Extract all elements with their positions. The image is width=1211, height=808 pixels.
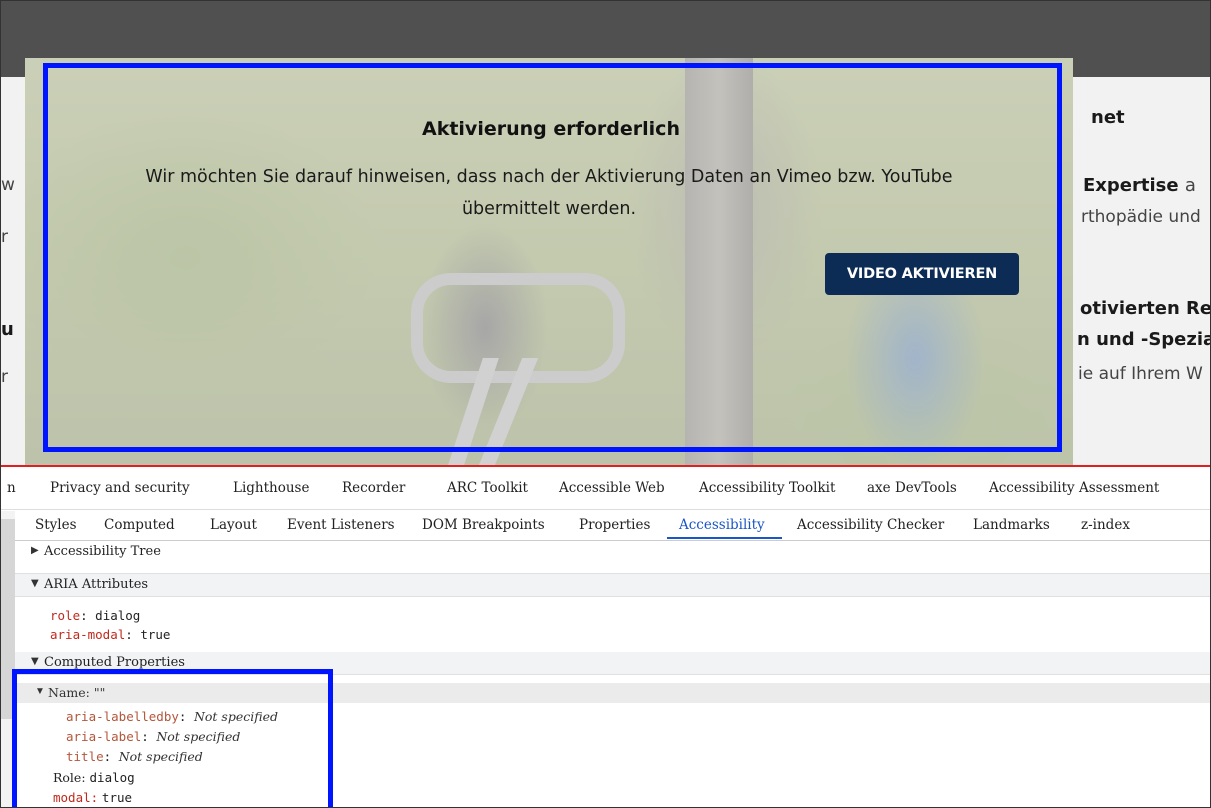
computed-properties-highlight-outline xyxy=(12,669,333,807)
orthopaedie-text: rthopädie und xyxy=(1081,207,1201,227)
tab-event-listeners[interactable]: Event Listeners xyxy=(287,517,395,533)
tab-styles[interactable]: Styles xyxy=(35,517,77,533)
devtools-main-tabs: n Privacy and security Lighthouse Record… xyxy=(1,467,1210,510)
spezial-text: n und -Spezia xyxy=(1077,329,1211,350)
attribute-name: aria-modal xyxy=(50,627,126,642)
attribute-value[interactable]: dialog xyxy=(95,608,140,623)
aria-attribute-row: role: dialog xyxy=(50,608,141,623)
devtools-panel: n Privacy and security Lighthouse Record… xyxy=(1,467,1210,807)
section-label: Accessibility Tree xyxy=(44,544,161,559)
tab-hidden-prev[interactable]: n xyxy=(7,480,16,496)
ihrem-text: ie auf Ihrem W xyxy=(1078,364,1203,384)
left-text-fragment: u xyxy=(1,319,14,340)
left-text-fragment: r xyxy=(1,367,8,387)
tab-dom-breakpoints[interactable]: DOM Breakpoints xyxy=(422,517,545,533)
collapse-triangle-icon: ▼ xyxy=(31,656,39,667)
dialog-highlight-outline xyxy=(43,63,1062,452)
tab-accessible-web[interactable]: Accessible Web xyxy=(559,480,665,496)
expand-triangle-icon: ▶ xyxy=(31,545,39,556)
tab-privacy-security[interactable]: Privacy and security xyxy=(50,480,190,496)
motivierten-text: otivierten Re xyxy=(1080,298,1211,319)
tab-arc-toolkit[interactable]: ARC Toolkit xyxy=(447,480,528,496)
tab-accessibility[interactable]: Accessibility xyxy=(679,517,765,533)
attribute-value[interactable]: true xyxy=(140,627,170,642)
left-text-fragment: w xyxy=(1,175,15,195)
expertise-text: Expertise a xyxy=(1083,175,1196,196)
tab-recorder[interactable]: Recorder xyxy=(342,480,405,496)
section-label: Computed Properties xyxy=(44,655,185,670)
aria-attribute-row: aria-modal: true xyxy=(50,627,171,642)
devtools-element-subtabs: Styles Computed Layout Event Listeners D… xyxy=(1,510,1210,541)
tab-computed[interactable]: Computed xyxy=(104,517,175,533)
tab-lighthouse[interactable]: Lighthouse xyxy=(233,480,309,496)
tab-accessibility-assessment[interactable]: Accessibility Assessment xyxy=(989,480,1159,496)
tab-accessibility-checker[interactable]: Accessibility Checker xyxy=(797,517,944,533)
section-label: ARIA Attributes xyxy=(44,577,149,592)
attribute-name: role xyxy=(50,608,81,623)
tab-layout[interactable]: Layout xyxy=(210,517,257,533)
tab-landmarks[interactable]: Landmarks xyxy=(973,517,1050,533)
screenshot-frame: w r u r net Expertise a rthopädie und ot… xyxy=(0,0,1211,808)
section-aria-attributes[interactable]: ▼ ARIA Attributes xyxy=(15,573,1210,597)
collapse-triangle-icon: ▼ xyxy=(31,578,39,589)
tab-properties[interactable]: Properties xyxy=(579,517,650,533)
section-accessibility-tree[interactable]: ▶ Accessibility Tree xyxy=(15,541,1210,563)
tab-z-index[interactable]: z-index xyxy=(1081,517,1130,533)
web-page: w r u r net Expertise a rthopädie und ot… xyxy=(1,1,1210,465)
left-text-fragment: r xyxy=(1,227,8,247)
active-tab-indicator xyxy=(667,537,782,539)
tab-axe-devtools[interactable]: axe DevTools xyxy=(867,480,957,496)
tab-accessibility-toolkit[interactable]: Accessibility Toolkit xyxy=(699,480,835,496)
